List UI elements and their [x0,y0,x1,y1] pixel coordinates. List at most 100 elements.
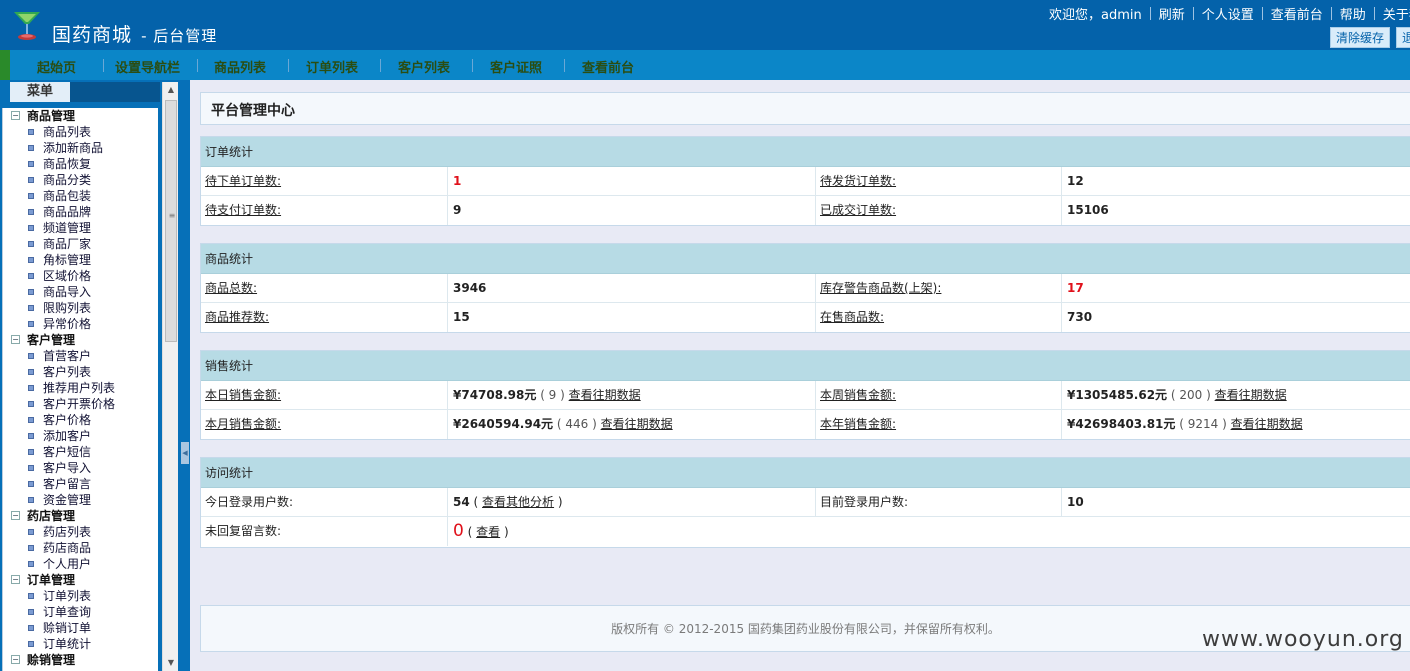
nav-item-orders[interactable]: 订单列表 [306,57,358,76]
sidebar-item[interactable]: 首营客户 [3,348,158,364]
bullet-icon [28,481,34,487]
menu-tree: − 商品管理 商品列表 添加新商品 商品恢复 商品分类 商品包装 商品品牌 频道管理 商品厂家 角标… [2,108,158,671]
sidebar-item[interactable]: 客户列表 [3,364,158,380]
other-analysis-link[interactable]: 查看其他分析 [482,495,554,509]
yearly-history-link[interactable]: 查看往期数据 [1231,417,1303,431]
collapse-icon[interactable]: − [11,335,20,344]
sidebar-item[interactable]: 赊销订单 [3,620,158,636]
sidebar-item[interactable]: 药店列表 [3,524,158,540]
sidebar-item[interactable]: 客户留言 [3,476,158,492]
sidebar-scrollbar[interactable]: ▲ ≡ ▼ [162,82,178,671]
sidebar-item[interactable]: 客户价格 [3,412,158,428]
sidebar-group[interactable]: − 赊销管理 [3,652,158,668]
completed-orders-label[interactable]: 已成交订单数: [815,196,896,225]
sidebar-item[interactable]: 商品厂家 [3,236,158,252]
logo-icon [14,12,40,40]
sidebar-item[interactable]: 异常价格 [3,316,158,332]
sidebar-item[interactable]: 商品导入 [3,284,158,300]
nav-item-home[interactable]: 起始页 [37,57,76,76]
sidebar-item[interactable]: 商品包装 [3,188,158,204]
sidebar-item-label: 资金管理 [43,493,92,507]
table-row: 未回复留言数: 0 ( 查看 ) [201,517,1410,547]
view-messages-link[interactable]: 查看 [476,525,500,539]
scroll-up-arrow-icon[interactable]: ▲ [163,82,179,98]
scroll-thumb[interactable]: ≡ [165,100,177,342]
sidebar-item[interactable]: 个人用户 [3,556,158,572]
monthly-sales-label[interactable]: 本月销售金额: [205,410,281,439]
on-sale-products-label[interactable]: 在售商品数: [815,303,884,332]
nav-item-set-nav[interactable]: 设置导航栏 [115,57,180,76]
collapse-icon[interactable]: − [11,655,20,664]
sidebar-item[interactable]: 订单查询 [3,604,158,620]
clear-cache-button[interactable]: 清除缓存 [1330,27,1391,48]
sidebar-item[interactable]: 订单统计 [3,636,158,652]
sidebar-group-title: 订单管理 [27,573,76,587]
monthly-sales-amount: ¥2640594.94元 [453,417,554,431]
weekly-history-link[interactable]: 查看往期数据 [1215,388,1287,402]
sidebar-item[interactable]: 订单列表 [3,588,158,604]
order-stats-panel: 订单统计 待下单订单数: 1 待发货订单数: 12 待支付订单数: 9 已成交订… [200,136,1410,226]
daily-sales-label[interactable]: 本日销售金额: [205,381,281,410]
to-ship-orders-label[interactable]: 待发货订单数: [815,167,896,196]
sidebar-item[interactable]: 商品列表 [3,124,158,140]
sidebar-item[interactable]: 限购列表 [3,300,158,316]
monthly-history-link[interactable]: 查看往期数据 [601,417,673,431]
personal-settings-link[interactable]: 个人设置 [1202,8,1254,23]
bullet-icon [28,641,34,647]
view-frontend-link[interactable]: 查看前台 [1271,8,1323,23]
yearly-sales-label[interactable]: 本年销售金额: [815,410,896,439]
bullet-icon [28,609,34,615]
sidebar-item[interactable]: 商品分类 [3,172,158,188]
nav-item-licenses[interactable]: 客户证照 [490,57,542,76]
scroll-down-arrow-icon[interactable]: ▼ [163,655,179,671]
yearly-sales-count: ( 9214 ) [1179,417,1227,431]
stock-warning-value: 17 [1061,274,1084,303]
sidebar-item[interactable]: 药店商品 [3,540,158,556]
sidebar-group[interactable]: − 订单管理 [3,572,158,588]
nav-item-frontend[interactable]: 查看前台 [582,57,634,76]
current-login-label: 目前登录用户数: [815,488,908,517]
collapse-icon[interactable]: − [11,511,20,520]
current-login-value: 10 [1061,488,1084,517]
sidebar-group[interactable]: − 商品管理 [3,108,158,124]
sidebar-item[interactable]: 客户短信 [3,444,158,460]
weekly-sales-label[interactable]: 本周销售金额: [815,381,896,410]
sidebar-group-title: 客户管理 [27,333,76,347]
table-row: 本日销售金额: ¥74708.98元 ( 9 ) 查看往期数据 本周销售金额: … [201,381,1410,410]
collapse-sidebar-icon[interactable]: ◀ [181,442,189,464]
about-link[interactable]: 关于我 [1383,8,1410,23]
sidebar-item[interactable]: 商品品牌 [3,204,158,220]
sidebar-group[interactable]: − 药店管理 [3,508,158,524]
help-link[interactable]: 帮助 [1340,8,1366,23]
sidebar-item[interactable]: 推荐用户列表 [3,380,158,396]
recommended-products-label[interactable]: 商品推荐数: [205,303,269,332]
pending-orders-label[interactable]: 待下单订单数: [205,167,281,196]
sidebar-item[interactable]: 商品恢复 [3,156,158,172]
bullet-icon [28,625,34,631]
logout-button[interactable]: 退出 [1396,27,1410,48]
sidebar-item[interactable]: 区域价格 [3,268,158,284]
menu-tab[interactable]: 菜单 [10,82,70,102]
sidebar-item[interactable]: 角标管理 [3,252,158,268]
sidebar-item[interactable]: 客户开票价格 [3,396,158,412]
sidebar-item-label: 区域价格 [43,269,92,283]
sidebar-item[interactable]: 资金管理 [3,492,158,508]
bullet-icon [28,497,34,503]
collapse-icon[interactable]: − [11,111,20,120]
unpaid-orders-label[interactable]: 待支付订单数: [205,196,281,225]
sidebar-item[interactable]: 客户导入 [3,460,158,476]
sidebar-item[interactable]: 频道管理 [3,220,158,236]
daily-history-link[interactable]: 查看往期数据 [569,388,641,402]
nav-item-products[interactable]: 商品列表 [214,57,266,76]
total-products-label[interactable]: 商品总数: [205,274,257,303]
sidebar-group[interactable]: − 客户管理 [3,332,158,348]
sidebar-item[interactable]: 添加新商品 [3,140,158,156]
nav-item-customers[interactable]: 客户列表 [398,57,450,76]
sidebar: 菜单 − 商品管理 商品列表 添加新商品 商品恢复 商品分类 商品包装 商品品牌 频道管理 商品厂… [0,80,190,671]
stock-warning-label[interactable]: 库存警告商品数(上架): [815,274,941,303]
refresh-link[interactable]: 刷新 [1159,8,1185,23]
collapse-icon[interactable]: − [11,575,20,584]
sidebar-item[interactable]: 添加客户 [3,428,158,444]
weekly-sales-amount: ¥1305485.62元 [1067,388,1168,402]
sidebar-group-title: 药店管理 [27,509,76,523]
